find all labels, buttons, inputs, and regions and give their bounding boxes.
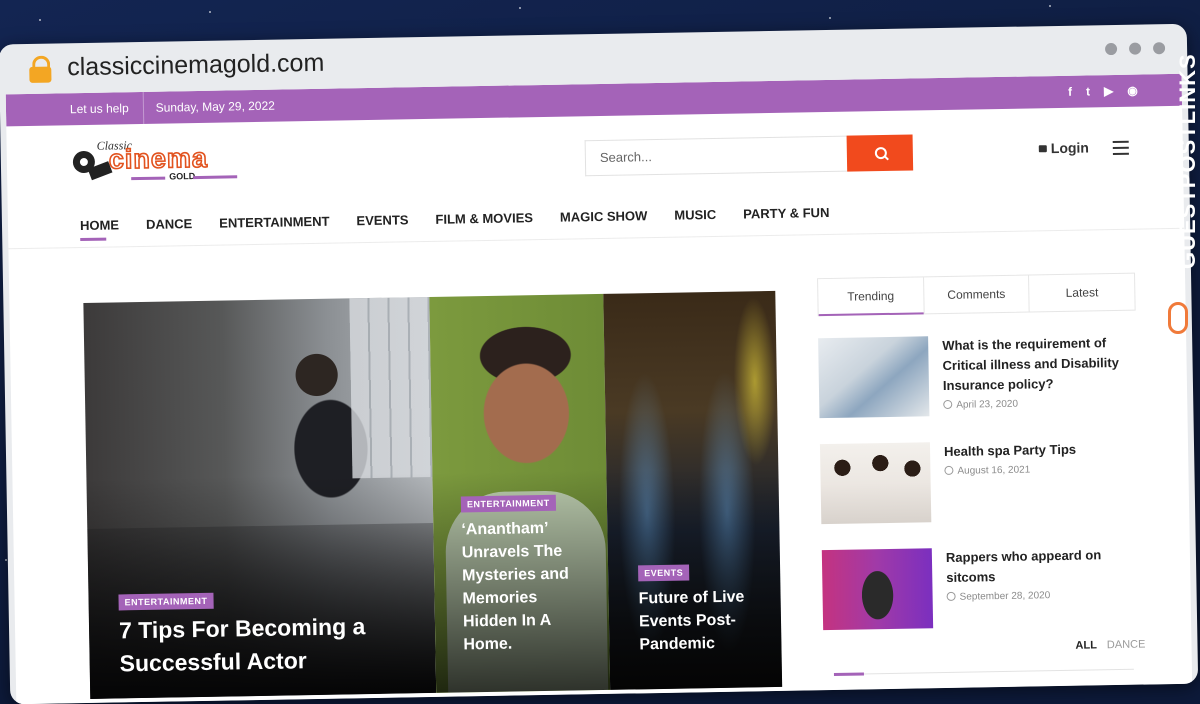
- sidebar-tabs: Trending Comments Latest: [817, 272, 1136, 317]
- nav-magic-show[interactable]: MAGIC SHOW: [560, 208, 648, 225]
- clock-icon: [944, 465, 954, 476]
- logo-bar: [131, 176, 166, 181]
- post-thumbnail[interactable]: [819, 442, 932, 525]
- facebook-icon[interactable]: f: [1068, 85, 1072, 99]
- dot-icon: [1128, 42, 1142, 55]
- sidebar-widget: Trending Comments Latest What is the req…: [817, 272, 1142, 655]
- nav-music[interactable]: MUSIC: [674, 206, 716, 222]
- watermark-text: GUESTPOSTLINKS: [1175, 53, 1200, 269]
- tab-comments[interactable]: Comments: [923, 275, 1030, 314]
- window-controls: [1104, 42, 1166, 56]
- browser-frame: classiccinemagold.com Let us help Sunday…: [0, 23, 1199, 704]
- search-input[interactable]: Search...: [584, 135, 848, 177]
- nav-entertainment[interactable]: ENTERTAINMENT: [219, 213, 330, 230]
- twitter-icon[interactable]: t: [1086, 84, 1090, 98]
- web-page: Let us help Sunday, May 29, 2022 f t ▶ ◉…: [5, 73, 1193, 704]
- lock-icon: [27, 55, 53, 84]
- post-title[interactable]: Health spa Party Tips: [944, 439, 1134, 462]
- list-item[interactable]: Health spa Party Tips August 16, 2021: [819, 439, 1140, 549]
- post-thumbnail[interactable]: [818, 336, 930, 419]
- browser-window: classiccinemagold.com Let us help Sunday…: [0, 0, 1200, 704]
- hero-grid: ENTERTAINMENT 7 Tips For Becoming a Succ…: [83, 290, 783, 699]
- hero-card-title[interactable]: Future of Live Events Post-Pandemic: [638, 585, 769, 656]
- nav-events[interactable]: EVENTS: [356, 212, 408, 228]
- category-badge[interactable]: EVENTS: [638, 564, 690, 582]
- category-filters: ALL DANCE: [1075, 639, 1145, 652]
- category-badge[interactable]: ENTERTAINMENT: [460, 494, 556, 513]
- url-text[interactable]: classiccinemagold.com: [67, 49, 325, 82]
- site-logo[interactable]: Classic cinema GOLD: [72, 136, 244, 189]
- login-label: Login: [1050, 139, 1090, 157]
- hero-card[interactable]: ENTERTAINMENT ‘Anantham’ Unravels The My…: [429, 293, 611, 693]
- hero-card[interactable]: ENTERTAINMENT 7 Tips For Becoming a Succ…: [83, 296, 437, 699]
- clock-icon: [943, 399, 953, 410]
- category-badge[interactable]: ENTERTAINMENT: [118, 592, 214, 611]
- dot-icon: [1104, 42, 1118, 56]
- link-icon: [1168, 302, 1188, 334]
- filter-all[interactable]: ALL: [1075, 639, 1097, 651]
- dot-icon: [1152, 42, 1166, 55]
- list-item[interactable]: What is the requirement of Critical illn…: [818, 333, 1138, 443]
- nav-dance[interactable]: DANCE: [146, 216, 192, 232]
- logo-gold: GOLD: [169, 171, 196, 182]
- tab-trending[interactable]: Trending: [818, 277, 925, 316]
- post-title[interactable]: What is the requirement of Critical illn…: [942, 333, 1133, 396]
- social-links: f t ▶ ◉: [1068, 84, 1138, 99]
- post-date: September 28, 2020: [946, 590, 1050, 603]
- tab-latest[interactable]: Latest: [1029, 274, 1134, 312]
- let-us-help-link[interactable]: Let us help: [5, 91, 144, 127]
- filter-dance[interactable]: DANCE: [1107, 639, 1146, 652]
- nav-party-fun[interactable]: PARTY & FUN: [743, 204, 829, 221]
- logo-bar: [193, 175, 238, 180]
- post-date: April 23, 2020: [943, 399, 1018, 411]
- clock-icon: [946, 591, 956, 601]
- hamburger-menu-icon[interactable]: [1112, 140, 1129, 159]
- watermark: GUESTPOSTLINKS: [1150, 53, 1200, 356]
- hero-card-title[interactable]: ‘Anantham’ Unravels The Mysteries and Me…: [461, 516, 593, 656]
- hero-card[interactable]: EVENTS Future of Live Events Post-Pandem…: [603, 290, 783, 690]
- login-button[interactable]: Login: [1038, 139, 1090, 157]
- nav-home[interactable]: HOME: [80, 217, 119, 233]
- list-item[interactable]: Rappers who appeard on sitcoms September…: [821, 545, 1142, 655]
- nav-film-movies[interactable]: FILM & MOVIES: [435, 210, 533, 227]
- post-thumbnail[interactable]: [821, 548, 934, 631]
- rss-icon[interactable]: ◉: [1127, 84, 1138, 98]
- post-title[interactable]: Rappers who appeard on sitcoms: [946, 545, 1137, 588]
- post-date: August 16, 2021: [944, 465, 1030, 477]
- lock-icon: [1038, 145, 1047, 153]
- current-date: Sunday, May 29, 2022: [155, 98, 275, 115]
- youtube-icon[interactable]: ▶: [1104, 84, 1113, 98]
- search-button[interactable]: [846, 134, 914, 172]
